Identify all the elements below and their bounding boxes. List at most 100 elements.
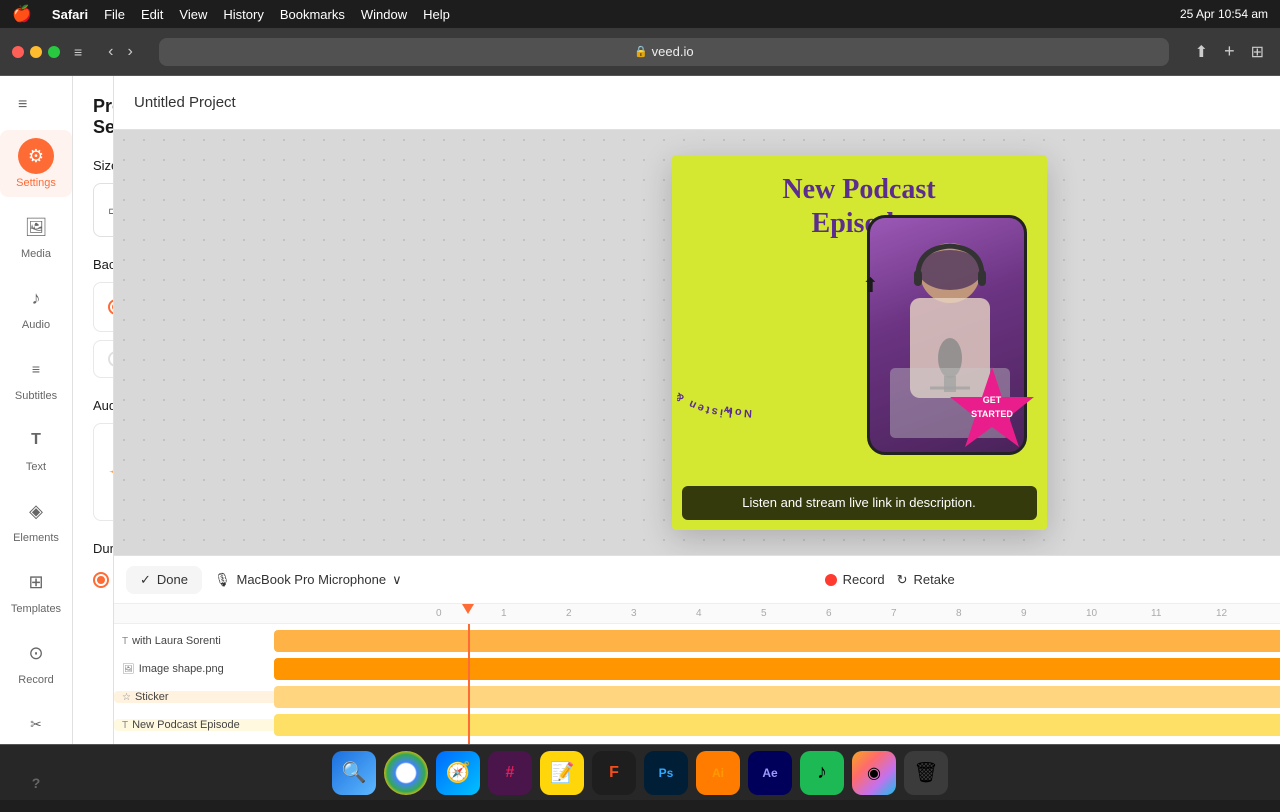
track-bar-2[interactable] — [274, 658, 1280, 680]
ruler-9: 9 — [1019, 608, 1084, 619]
dock: 🔍 C 🧭 # 📝 F Ps Ai Ae ♪ ◉ 🗑 — [0, 744, 1280, 800]
sticker-container: GET STARTED — [947, 365, 1037, 455]
share-button[interactable]: ⬆ — [1191, 39, 1212, 64]
ruler-5: 5 — [759, 608, 824, 619]
menu-edit[interactable]: Edit — [141, 7, 163, 22]
dock-safari[interactable]: 🧭 — [436, 751, 480, 795]
dock-spotify[interactable]: ♪ — [800, 751, 844, 795]
image-bg-option[interactable]: Image Upload ↑ — [93, 340, 114, 378]
track-label-1: T with Laura Sorenti — [114, 635, 274, 647]
sidebar-item-record[interactable]: ⊙ Record — [0, 627, 72, 694]
playhead-arrow — [462, 604, 474, 614]
extensions-button[interactable]: ⊞ — [1247, 39, 1268, 64]
record-button[interactable]: Record — [825, 572, 885, 587]
menu-window[interactable]: Window — [361, 7, 407, 22]
timeline-ruler: 0 1 2 3 4 5 6 7 8 9 10 11 12 13 14 15 16 — [114, 604, 1280, 624]
microphone-selector[interactable]: 🎙 MacBook Pro Microphone ∨ — [214, 572, 402, 588]
dock-ae[interactable]: Ae — [748, 751, 792, 795]
retake-button[interactable]: ↻ Retake — [897, 572, 955, 588]
mic-icon: 🎙 — [214, 572, 231, 588]
browser-chrome: ≡ ‹ › 🔒 veed.io ⬆ + ⊞ — [0, 28, 1280, 76]
auto-radio[interactable] — [93, 572, 109, 588]
elements-label: Elements — [13, 532, 59, 544]
record-label: Record — [843, 572, 885, 587]
track-name-1: with Laura Sorenti — [132, 635, 221, 647]
auto-radio-inner — [97, 576, 105, 584]
mic-chevron-icon: ∨ — [392, 572, 402, 588]
menu-bookmarks[interactable]: Bookmarks — [280, 7, 345, 22]
dock-ai[interactable]: Ai — [696, 751, 740, 795]
track-text2-icon: T — [122, 720, 128, 731]
sidebar-toggle-button[interactable]: ≡ — [70, 40, 86, 64]
address-bar[interactable]: 🔒 veed.io — [159, 38, 1169, 66]
menubar-right: 25 Apr 10:54 am — [1180, 7, 1268, 21]
forward-button[interactable]: › — [124, 41, 137, 63]
elements-icon: ◈ — [18, 493, 54, 529]
track-row: 🖼 Image shape.png — [114, 656, 1280, 682]
dock-chrome[interactable]: C — [384, 751, 428, 795]
retake-icon: ↻ — [897, 572, 908, 588]
ruler-10: 10 — [1084, 608, 1149, 619]
track-bar-1[interactable] — [274, 630, 1280, 652]
back-button[interactable]: ‹ — [104, 41, 117, 63]
sidebar-item-help[interactable]: ? — [0, 757, 72, 812]
lock-icon: 🔒 — [634, 45, 648, 58]
menu-help[interactable]: Help — [423, 7, 450, 22]
photos-icon: ◉ — [867, 763, 881, 783]
dock-trash[interactable]: 🗑 — [904, 751, 948, 795]
canvas-viewport[interactable]: New PodcastEpisode Listen & Stream Now — [114, 130, 1280, 555]
timeline-tracks: T with Laura Sorenti 🖼 Image shape.png — [114, 624, 1280, 744]
traffic-lights — [12, 46, 60, 58]
scissors-icon: ✂ — [18, 706, 54, 742]
close-button[interactable] — [12, 46, 24, 58]
new-tab-button[interactable]: + — [1220, 39, 1239, 64]
notes-icon: 📝 — [550, 760, 575, 785]
menu-history[interactable]: History — [223, 7, 263, 22]
settings-panel: Project Settings Size ▭ Portrait (4:5) ∨… — [73, 76, 114, 744]
dock-finder[interactable]: 🔍 — [332, 751, 376, 795]
timeline-done-button[interactable]: ✓ Done — [126, 566, 202, 594]
size-dropdown[interactable]: ▭ Portrait (4:5) ∨ — [93, 183, 114, 237]
project-title[interactable]: Untitled Project — [134, 94, 1280, 111]
trash-icon: 🗑 — [913, 760, 938, 785]
ps-icon: Ps — [659, 766, 674, 780]
sidebar-item-templates[interactable]: ⊞ Templates — [0, 556, 72, 623]
canvas-area: Untitled Project ↩ ↪ Invite 👤 Done ∨ New… — [114, 76, 1280, 744]
minimize-button[interactable] — [30, 46, 42, 58]
sidebar-item-settings[interactable]: ⚙ Settings — [0, 130, 72, 197]
track-name-2: Image shape.png — [139, 663, 224, 675]
sidebar-item-media[interactable]: 🖼 Media — [0, 201, 72, 268]
track-label-3: ☆ Sticker — [114, 691, 274, 703]
app-name[interactable]: Safari — [52, 7, 88, 22]
track-image-icon: 🖼 — [122, 664, 135, 675]
menu-view[interactable]: View — [179, 7, 207, 22]
dock-slack[interactable]: # — [488, 751, 532, 795]
dock-ps[interactable]: Ps — [644, 751, 688, 795]
sidebar-item-text[interactable]: T Text — [0, 414, 72, 481]
sidebar-item-scissors[interactable]: ✂ — [0, 698, 72, 753]
dock-photos[interactable]: ◉ — [852, 751, 896, 795]
spotify-icon: ♪ — [817, 761, 827, 784]
sidebar-item-audio[interactable]: ♪ Audio — [0, 272, 72, 339]
sidebar-item-elements[interactable]: ◈ Elements — [0, 485, 72, 552]
poster-canvas[interactable]: New PodcastEpisode Listen & Stream Now — [672, 155, 1047, 530]
app-layout: ≡ ⚙ Settings 🖼 Media ♪ Audio ≡ Subtitles… — [0, 76, 1280, 744]
dock-notes[interactable]: 📝 — [540, 751, 584, 795]
sidebar-item-subtitles[interactable]: ≡ Subtitles — [0, 343, 72, 410]
apple-menu[interactable]: 🍎 — [12, 4, 32, 24]
mic-label: MacBook Pro Microphone — [237, 572, 387, 587]
menu-file[interactable]: File — [104, 7, 125, 22]
color-bg-option[interactable]: Color #000000 ↻ — [93, 282, 114, 332]
ruler-7: 7 — [889, 608, 954, 619]
media-label: Media — [21, 248, 51, 260]
curved-text-svg: Listen & Stream Now — [677, 210, 787, 430]
fullscreen-button[interactable] — [48, 46, 60, 58]
track-bar-3[interactable] — [274, 686, 1280, 708]
timeline-playhead-line — [468, 624, 470, 744]
track-bar-4[interactable] — [274, 714, 1280, 736]
top-bar: Untitled Project ↩ ↪ Invite 👤 Done ∨ — [114, 76, 1280, 130]
dock-figma[interactable]: F — [592, 751, 636, 795]
clean-audio-card[interactable]: ✦ Clean Audio Remove background noise — [93, 423, 114, 521]
hamburger-menu[interactable]: ≡ — [10, 88, 35, 122]
menubar: 🍎 Safari File Edit View History Bookmark… — [0, 0, 1280, 28]
